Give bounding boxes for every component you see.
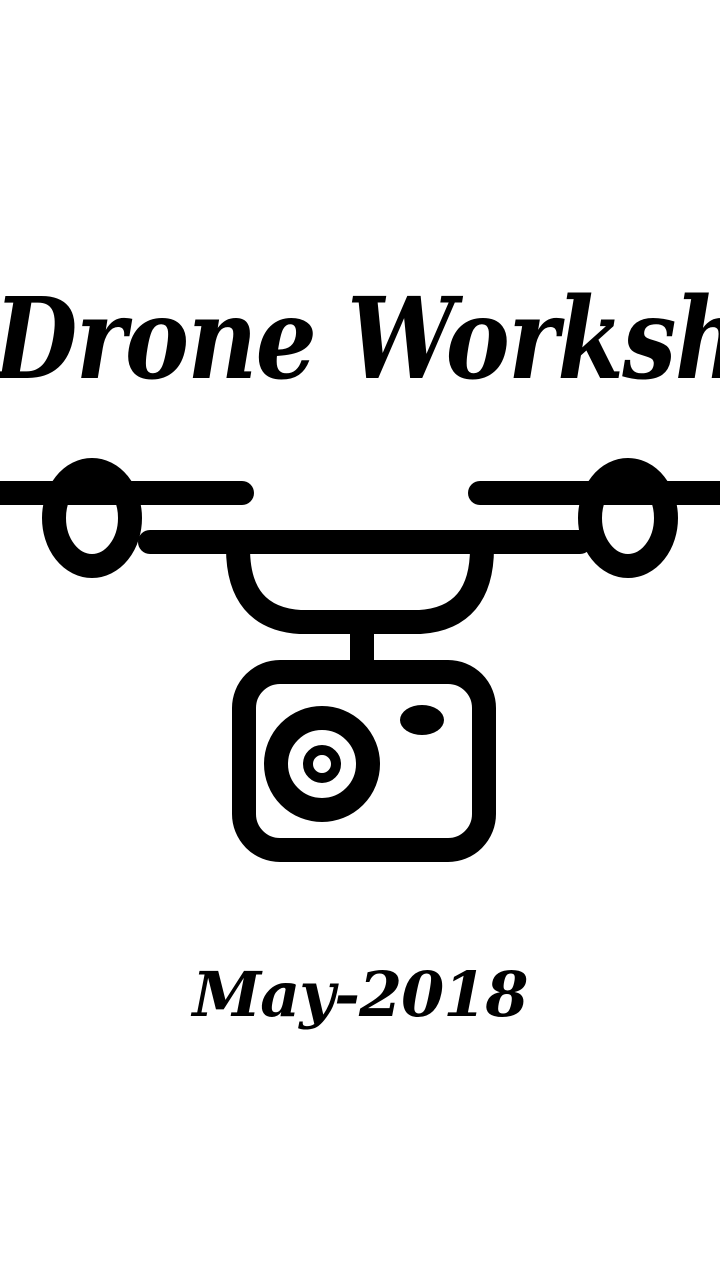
poster-screen: Drone Workshop May-2018 [0, 0, 720, 1280]
camera-lens-center [303, 745, 341, 783]
drone-camera-icon [0, 458, 720, 862]
poster-date: May-2018 [192, 958, 528, 1031]
poster-title: Drone Workshop [0, 274, 720, 405]
camera-flash-icon [400, 705, 444, 735]
camera-lens [264, 706, 380, 822]
